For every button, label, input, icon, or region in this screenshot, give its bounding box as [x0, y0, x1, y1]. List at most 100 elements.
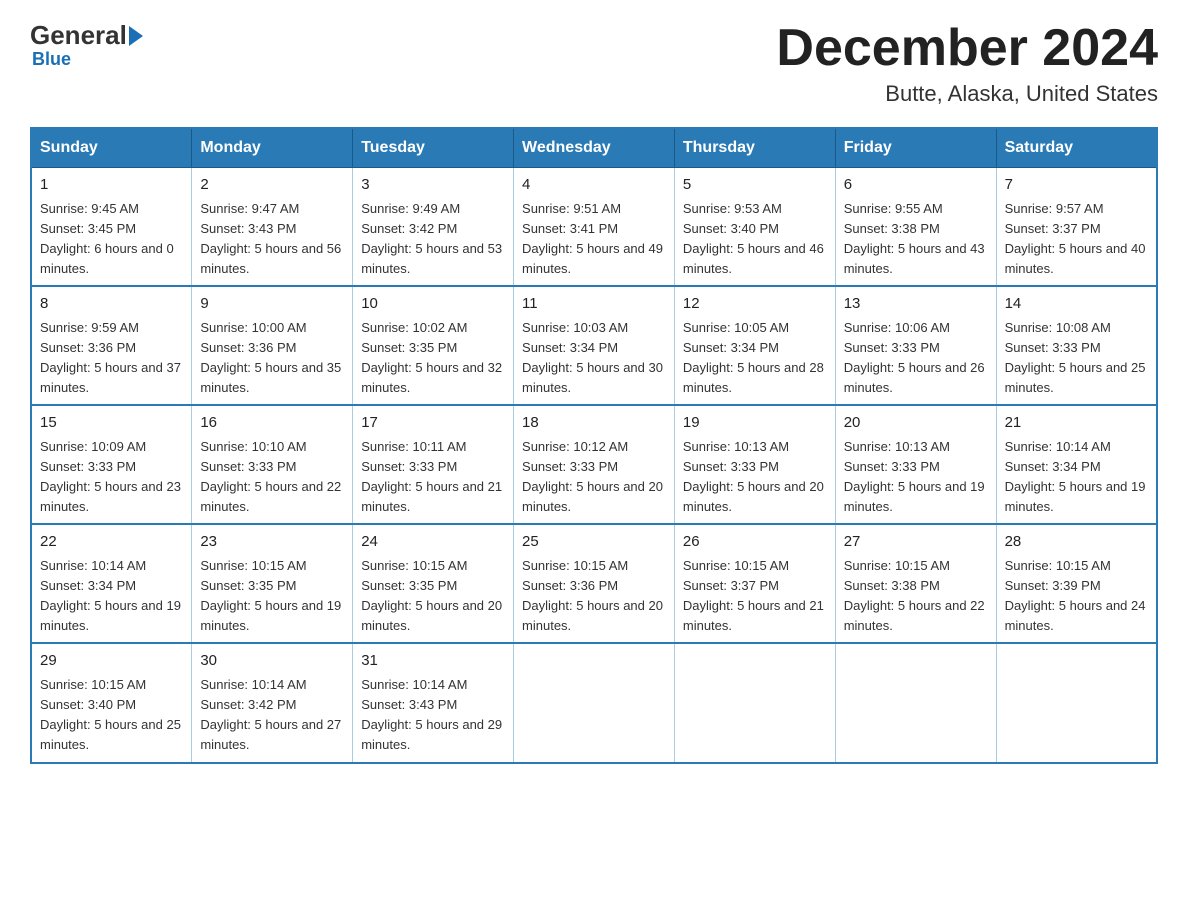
col-header-tuesday: Tuesday: [353, 128, 514, 168]
day-info: Sunrise: 10:00 AMSunset: 3:36 PMDaylight…: [200, 318, 344, 399]
day-number: 28: [1005, 531, 1148, 554]
calendar-cell: 6 Sunrise: 9:55 AMSunset: 3:38 PMDayligh…: [835, 168, 996, 287]
day-number: 14: [1005, 293, 1148, 316]
day-number: 10: [361, 293, 505, 316]
calendar-cell: 18 Sunrise: 10:12 AMSunset: 3:33 PMDayli…: [514, 405, 675, 524]
col-header-monday: Monday: [192, 128, 353, 168]
logo-text: General: [30, 20, 145, 51]
calendar-cell: 30 Sunrise: 10:14 AMSunset: 3:42 PMDayli…: [192, 643, 353, 762]
calendar-cell: 28 Sunrise: 10:15 AMSunset: 3:39 PMDayli…: [996, 524, 1157, 643]
month-title: December 2024: [776, 20, 1158, 77]
day-number: 6: [844, 174, 988, 197]
calendar-week-row: 8 Sunrise: 9:59 AMSunset: 3:36 PMDayligh…: [31, 286, 1157, 405]
calendar-week-row: 1 Sunrise: 9:45 AMSunset: 3:45 PMDayligh…: [31, 168, 1157, 287]
calendar-cell: 21 Sunrise: 10:14 AMSunset: 3:34 PMDayli…: [996, 405, 1157, 524]
calendar-cell: 15 Sunrise: 10:09 AMSunset: 3:33 PMDayli…: [31, 405, 192, 524]
day-number: 11: [522, 293, 666, 316]
day-info: Sunrise: 10:15 AMSunset: 3:37 PMDaylight…: [683, 556, 827, 637]
day-number: 31: [361, 650, 505, 673]
day-info: Sunrise: 10:15 AMSunset: 3:38 PMDaylight…: [844, 556, 988, 637]
day-number: 7: [1005, 174, 1148, 197]
day-number: 25: [522, 531, 666, 554]
day-number: 15: [40, 412, 183, 435]
day-number: 27: [844, 531, 988, 554]
day-number: 23: [200, 531, 344, 554]
day-number: 2: [200, 174, 344, 197]
calendar-header-row: SundayMondayTuesdayWednesdayThursdayFrid…: [31, 128, 1157, 168]
day-info: Sunrise: 10:15 AMSunset: 3:36 PMDaylight…: [522, 556, 666, 637]
calendar-cell: 8 Sunrise: 9:59 AMSunset: 3:36 PMDayligh…: [31, 286, 192, 405]
calendar-cell: [996, 643, 1157, 762]
day-info: Sunrise: 10:13 AMSunset: 3:33 PMDaylight…: [683, 437, 827, 518]
calendar-cell: 16 Sunrise: 10:10 AMSunset: 3:33 PMDayli…: [192, 405, 353, 524]
calendar-cell: 24 Sunrise: 10:15 AMSunset: 3:35 PMDayli…: [353, 524, 514, 643]
calendar-cell: 27 Sunrise: 10:15 AMSunset: 3:38 PMDayli…: [835, 524, 996, 643]
day-number: 20: [844, 412, 988, 435]
day-info: Sunrise: 10:05 AMSunset: 3:34 PMDaylight…: [683, 318, 827, 399]
calendar-table: SundayMondayTuesdayWednesdayThursdayFrid…: [30, 127, 1158, 763]
col-header-wednesday: Wednesday: [514, 128, 675, 168]
day-info: Sunrise: 10:11 AMSunset: 3:33 PMDaylight…: [361, 437, 505, 518]
title-area: December 2024 Butte, Alaska, United Stat…: [776, 20, 1158, 107]
day-info: Sunrise: 10:15 AMSunset: 3:35 PMDaylight…: [200, 556, 344, 637]
day-number: 12: [683, 293, 827, 316]
day-info: Sunrise: 10:06 AMSunset: 3:33 PMDaylight…: [844, 318, 988, 399]
day-info: Sunrise: 10:12 AMSunset: 3:33 PMDaylight…: [522, 437, 666, 518]
day-number: 16: [200, 412, 344, 435]
day-info: Sunrise: 10:14 AMSunset: 3:42 PMDaylight…: [200, 675, 344, 756]
day-info: Sunrise: 10:14 AMSunset: 3:34 PMDaylight…: [40, 556, 183, 637]
day-info: Sunrise: 10:09 AMSunset: 3:33 PMDaylight…: [40, 437, 183, 518]
day-number: 13: [844, 293, 988, 316]
day-number: 19: [683, 412, 827, 435]
day-info: Sunrise: 9:45 AMSunset: 3:45 PMDaylight:…: [40, 199, 183, 280]
calendar-cell: [514, 643, 675, 762]
logo-arrow-icon: [129, 26, 143, 46]
calendar-cell: 4 Sunrise: 9:51 AMSunset: 3:41 PMDayligh…: [514, 168, 675, 287]
day-info: Sunrise: 10:10 AMSunset: 3:33 PMDaylight…: [200, 437, 344, 518]
day-number: 1: [40, 174, 183, 197]
calendar-cell: 31 Sunrise: 10:14 AMSunset: 3:43 PMDayli…: [353, 643, 514, 762]
calendar-cell: 23 Sunrise: 10:15 AMSunset: 3:35 PMDayli…: [192, 524, 353, 643]
calendar-cell: 10 Sunrise: 10:02 AMSunset: 3:35 PMDayli…: [353, 286, 514, 405]
calendar-week-row: 29 Sunrise: 10:15 AMSunset: 3:40 PMDayli…: [31, 643, 1157, 762]
calendar-cell: 3 Sunrise: 9:49 AMSunset: 3:42 PMDayligh…: [353, 168, 514, 287]
calendar-cell: 14 Sunrise: 10:08 AMSunset: 3:33 PMDayli…: [996, 286, 1157, 405]
col-header-thursday: Thursday: [674, 128, 835, 168]
col-header-sunday: Sunday: [31, 128, 192, 168]
day-info: Sunrise: 10:03 AMSunset: 3:34 PMDaylight…: [522, 318, 666, 399]
day-info: Sunrise: 9:59 AMSunset: 3:36 PMDaylight:…: [40, 318, 183, 399]
calendar-cell: 29 Sunrise: 10:15 AMSunset: 3:40 PMDayli…: [31, 643, 192, 762]
calendar-cell: 1 Sunrise: 9:45 AMSunset: 3:45 PMDayligh…: [31, 168, 192, 287]
col-header-saturday: Saturday: [996, 128, 1157, 168]
calendar-cell: [674, 643, 835, 762]
day-number: 24: [361, 531, 505, 554]
calendar-cell: 7 Sunrise: 9:57 AMSunset: 3:37 PMDayligh…: [996, 168, 1157, 287]
calendar-cell: 12 Sunrise: 10:05 AMSunset: 3:34 PMDayli…: [674, 286, 835, 405]
calendar-cell: [835, 643, 996, 762]
calendar-cell: 19 Sunrise: 10:13 AMSunset: 3:33 PMDayli…: [674, 405, 835, 524]
day-info: Sunrise: 9:57 AMSunset: 3:37 PMDaylight:…: [1005, 199, 1148, 280]
day-info: Sunrise: 9:53 AMSunset: 3:40 PMDaylight:…: [683, 199, 827, 280]
day-number: 26: [683, 531, 827, 554]
logo-general: General: [30, 20, 127, 51]
calendar-cell: 17 Sunrise: 10:11 AMSunset: 3:33 PMDayli…: [353, 405, 514, 524]
day-info: Sunrise: 10:14 AMSunset: 3:34 PMDaylight…: [1005, 437, 1148, 518]
day-info: Sunrise: 10:15 AMSunset: 3:39 PMDaylight…: [1005, 556, 1148, 637]
day-info: Sunrise: 10:02 AMSunset: 3:35 PMDaylight…: [361, 318, 505, 399]
calendar-cell: 25 Sunrise: 10:15 AMSunset: 3:36 PMDayli…: [514, 524, 675, 643]
location: Butte, Alaska, United States: [776, 81, 1158, 107]
day-number: 5: [683, 174, 827, 197]
day-number: 30: [200, 650, 344, 673]
day-info: Sunrise: 10:08 AMSunset: 3:33 PMDaylight…: [1005, 318, 1148, 399]
day-info: Sunrise: 10:13 AMSunset: 3:33 PMDaylight…: [844, 437, 988, 518]
logo-blue: Blue: [30, 49, 71, 70]
day-number: 29: [40, 650, 183, 673]
col-header-friday: Friday: [835, 128, 996, 168]
day-number: 18: [522, 412, 666, 435]
logo: General Blue: [30, 20, 145, 70]
calendar-cell: 22 Sunrise: 10:14 AMSunset: 3:34 PMDayli…: [31, 524, 192, 643]
calendar-cell: 5 Sunrise: 9:53 AMSunset: 3:40 PMDayligh…: [674, 168, 835, 287]
day-number: 22: [40, 531, 183, 554]
day-number: 21: [1005, 412, 1148, 435]
page-header: General Blue December 2024 Butte, Alaska…: [30, 20, 1158, 107]
